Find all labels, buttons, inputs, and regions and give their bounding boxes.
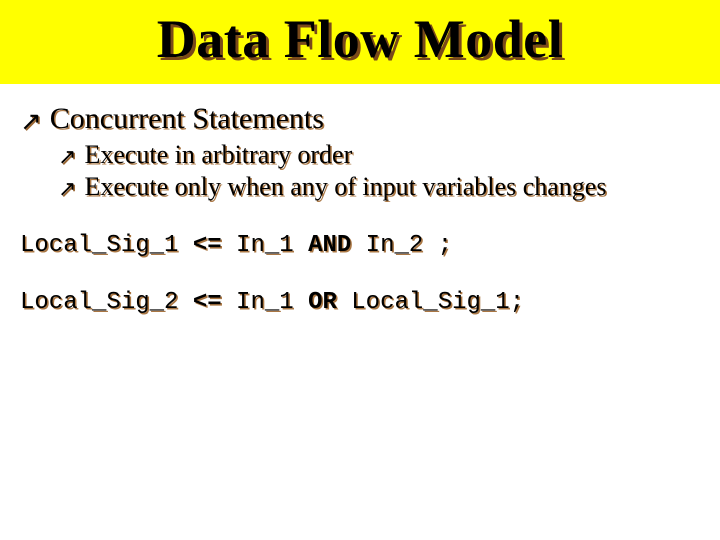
bullet-main: ↗ Concurrent Statements	[20, 102, 700, 136]
code-mid: In_1	[222, 232, 308, 259]
sub-bullet-list: ↗ Execute in arbitrary order ↗ Execute o…	[58, 140, 700, 202]
bullet-main-text: Concurrent Statements	[50, 102, 324, 136]
code-op: <=	[193, 289, 222, 316]
code-kw: OR	[308, 289, 337, 316]
arrow-icon: ↗	[20, 108, 42, 134]
code-kw: AND	[308, 232, 351, 259]
code-line: Local_Sig_2 <= In_1 OR Local_Sig_1;	[20, 289, 700, 316]
slide-title: Data Flow Model	[0, 8, 720, 70]
title-bar: Data Flow Model	[0, 0, 720, 84]
slide: Data Flow Model ↗ Concurrent Statements …	[0, 0, 720, 540]
code-tail: Local_Sig_1;	[337, 289, 524, 316]
code-sig: Local_Sig_2	[20, 289, 193, 316]
bullet-sub-text: Execute only when any of input variables…	[84, 172, 606, 202]
code-tail: In_2 ;	[351, 232, 452, 259]
bullet-sub: ↗ Execute only when any of input variabl…	[58, 172, 700, 202]
arrow-icon: ↗	[58, 146, 76, 168]
code-line: Local_Sig_1 <= In_1 AND In_2 ;	[20, 232, 700, 259]
bullet-sub: ↗ Execute in arbitrary order	[58, 140, 700, 170]
arrow-icon: ↗	[58, 178, 76, 200]
code-mid: In_1	[222, 289, 308, 316]
content-area: ↗ Concurrent Statements ↗ Execute in arb…	[0, 84, 720, 316]
code-block: Local_Sig_1 <= In_1 AND In_2 ; Local_Sig…	[20, 232, 700, 316]
bullet-sub-text: Execute in arbitrary order	[84, 140, 352, 170]
code-sig: Local_Sig_1	[20, 232, 193, 259]
code-op: <=	[193, 232, 222, 259]
